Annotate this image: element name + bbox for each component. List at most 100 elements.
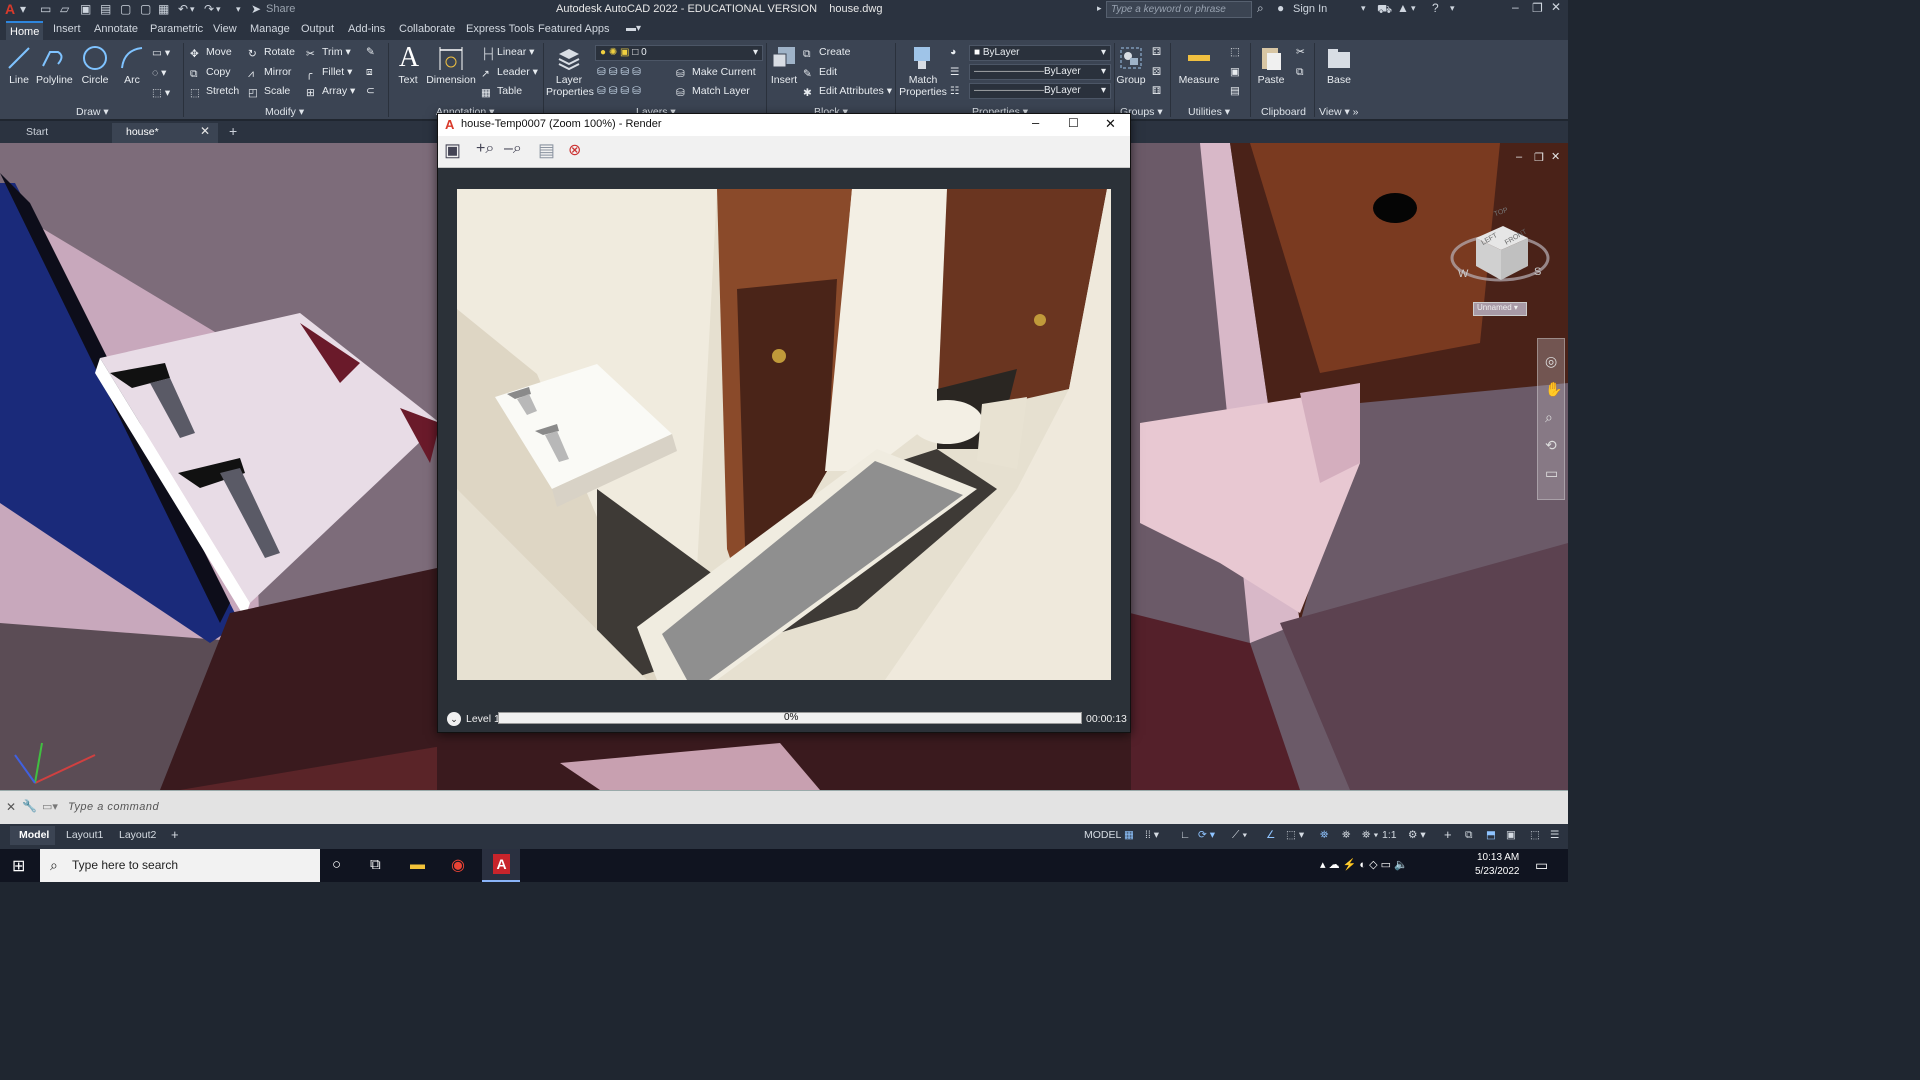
render-maximize-icon[interactable]: ☐ — [1068, 116, 1079, 130]
quick-select-icon[interactable]: ⬚ — [1230, 46, 1240, 58]
snap-icon[interactable]: ⁞⁞ ▾ — [1145, 829, 1159, 841]
group-button[interactable]: Group — [1116, 44, 1146, 86]
leader-button[interactable]: ↗ Leader ▾ — [481, 66, 538, 80]
hatch-icon[interactable]: ◌ ▾ — [152, 67, 166, 79]
pan-hand-icon[interactable]: ✋ — [1545, 381, 1562, 398]
restore-icon[interactable]: ❐ — [1532, 1, 1543, 15]
model-space-button[interactable]: MODEL — [1084, 829, 1121, 841]
new-tab-plus-icon[interactable]: + — [229, 123, 237, 139]
command-input[interactable]: Type a command — [68, 801, 159, 813]
fullscreen-icon[interactable]: ⬚ — [1530, 829, 1540, 841]
annotation-monitor-plus-icon[interactable]: + — [1444, 827, 1452, 842]
redo-icon[interactable]: ↷ — [204, 2, 214, 16]
taskbar-search-box[interactable]: ⌕ Type here to search — [40, 849, 320, 882]
tab-close-icon[interactable]: ✕ — [200, 124, 210, 138]
workspace-gear-icon[interactable]: ⚙ ▾ — [1408, 829, 1426, 841]
object-snap-icon[interactable]: ⬚ ▾ — [1286, 829, 1304, 841]
tab-parametric[interactable]: Parametric — [150, 23, 203, 35]
scale-button[interactable]: ◰ Scale — [248, 85, 290, 99]
explode-icon[interactable]: ⧈ — [366, 66, 373, 79]
offset-icon[interactable]: ⊂ — [366, 85, 375, 97]
save-as-icon[interactable]: ▤ — [100, 2, 111, 16]
linear-button[interactable]: ├┤Linear ▾ — [481, 46, 534, 60]
layer-properties-button[interactable]: Layer Properties — [546, 44, 594, 98]
measure-button[interactable]: Measure — [1178, 44, 1220, 86]
cortana-icon[interactable]: ○ — [332, 856, 341, 873]
tab-manage[interactable]: Manage — [250, 23, 290, 35]
circle-button[interactable]: Circle — [80, 44, 110, 86]
grid-icon[interactable]: ▦ — [1124, 829, 1134, 841]
create-block-button[interactable]: ⧉ Create — [803, 46, 851, 60]
tab-start[interactable]: Start — [26, 126, 48, 138]
render-title-bar[interactable]: A house-Temp0007 (Zoom 100%) - Render – … — [438, 114, 1130, 136]
color-dropdown[interactable]: ■ ByLayer ▾ — [969, 45, 1111, 61]
a360-dropdown-icon[interactable]: ▾ — [1411, 3, 1416, 14]
user-icon[interactable]: ● — [1277, 1, 1284, 15]
auto-scale-icon[interactable]: ⛯ — [1342, 829, 1350, 842]
share-icon[interactable]: ➤ — [251, 2, 261, 16]
mirror-button[interactable]: ⩘ Mirror — [248, 66, 291, 80]
orbit-icon[interactable]: ⟲ — [1545, 437, 1557, 454]
trim-button[interactable]: ✂ Trim ▾ — [306, 46, 351, 60]
polar-icon[interactable]: ⟳ ▾ — [1198, 829, 1215, 841]
sign-in-button[interactable]: Sign In — [1293, 3, 1327, 15]
undo-dropdown-icon[interactable]: ▾ — [190, 4, 195, 15]
tab-house[interactable]: house* ✕ — [112, 123, 218, 143]
copy-clip-icon[interactable]: ⧉ — [1296, 66, 1304, 79]
sign-in-dropdown-icon[interactable]: ▾ — [1361, 3, 1366, 14]
draw-panel-label[interactable]: Draw ▾ — [76, 106, 109, 118]
layer-tools-row1-icon[interactable]: ⛁ ⛁ ⛁ ⛁ — [597, 66, 641, 78]
customize-icon[interactable]: 🔧 — [22, 799, 37, 813]
save-web-icon[interactable]: ▢ — [140, 2, 151, 16]
close-command-line-icon[interactable]: ✕ — [6, 800, 16, 814]
viewcube[interactable]: TOP LEFT FRONT S W — [1448, 198, 1552, 298]
boundary-icon[interactable]: ⬚ ▾ — [152, 87, 170, 99]
calculator-icon[interactable]: ▤ — [1230, 85, 1240, 97]
rectangle-icon[interactable]: ▭ ▾ — [152, 47, 170, 59]
ucs-menu[interactable]: Unnamed ▾ — [1473, 302, 1527, 316]
tab-add-ins[interactable]: Add-ins — [348, 23, 385, 35]
clean-screen-icon[interactable]: ▣ — [1506, 829, 1516, 841]
annotation-scale-value[interactable]: 1:1 — [1382, 829, 1397, 841]
hardware-acceleration-icon[interactable]: ⬒ — [1486, 829, 1496, 841]
layer-tools-row2-icon[interactable]: ⛁ ⛁ ⛁ ⛁ — [597, 85, 641, 97]
base-view-button[interactable]: Base — [1324, 44, 1354, 86]
tab-express-tools[interactable]: Express Tools — [466, 23, 534, 35]
text-button[interactable]: A Text — [395, 44, 421, 87]
insert-button[interactable]: Insert — [769, 44, 799, 86]
redo-dropdown-icon[interactable]: ▾ — [216, 4, 221, 15]
make-current-button[interactable]: ⛁ Make Current — [676, 66, 756, 80]
layer-dropdown[interactable]: ● ✺ ▣ □ 0 ▾ — [595, 45, 763, 61]
autocad-logo-icon[interactable]: A — [5, 1, 15, 17]
system-tray-icons[interactable]: ▴ ☁ ⚡ ◐ ◇ ▭ 🔈 — [1320, 858, 1408, 871]
object-snap-tracking-icon[interactable]: ∠ — [1266, 829, 1275, 841]
app-menu-chevron-icon[interactable]: ▾ — [20, 2, 26, 16]
ungroup-icon[interactable]: ⚃ — [1152, 46, 1161, 58]
viewport-close-icon[interactable]: ✕ — [1551, 150, 1560, 163]
color-wheel-icon[interactable]: ◕ — [950, 46, 956, 58]
tab-view[interactable]: View — [213, 23, 237, 35]
viewport-restore-icon[interactable]: ❐ — [1534, 151, 1544, 164]
viewcube-compass-s[interactable]: S — [1534, 266, 1541, 278]
linetype-dropdown[interactable]: ———————ByLayer ▾ — [969, 64, 1111, 80]
tab-annotate[interactable]: Annotate — [94, 23, 138, 35]
autodesk-a360-icon[interactable]: ▲ — [1397, 1, 1409, 15]
undo-icon[interactable]: ↶ — [178, 2, 188, 16]
close-icon[interactable]: ✕ — [1551, 0, 1561, 14]
search-input[interactable]: Type a keyword or phrase — [1106, 1, 1252, 18]
viewcube-compass-w[interactable]: W — [1458, 268, 1468, 280]
steering-wheel-icon[interactable]: ◎ — [1545, 353, 1557, 370]
open-web-icon[interactable]: ▢ — [120, 2, 131, 16]
view-panel-label[interactable]: View ▾ » — [1319, 106, 1359, 118]
annotation-scale-icon[interactable]: ⛯ ▾ — [1362, 829, 1378, 842]
rotate-button[interactable]: ↻ Rotate — [248, 46, 295, 60]
render-close-icon[interactable]: ✕ — [1105, 116, 1116, 132]
customization-menu-icon[interactable]: ☰ — [1550, 829, 1559, 841]
line-button[interactable]: Line — [5, 44, 33, 86]
match-properties-button[interactable]: Match Properties — [899, 44, 947, 98]
expand-details-icon[interactable]: ⌄ — [447, 712, 461, 726]
search-expand-icon[interactable]: ▸ — [1097, 3, 1102, 14]
layout-tab-layout2[interactable]: Layout2 — [119, 829, 156, 841]
dimension-button[interactable]: Dimension — [426, 44, 476, 86]
tab-output[interactable]: Output — [301, 23, 334, 35]
